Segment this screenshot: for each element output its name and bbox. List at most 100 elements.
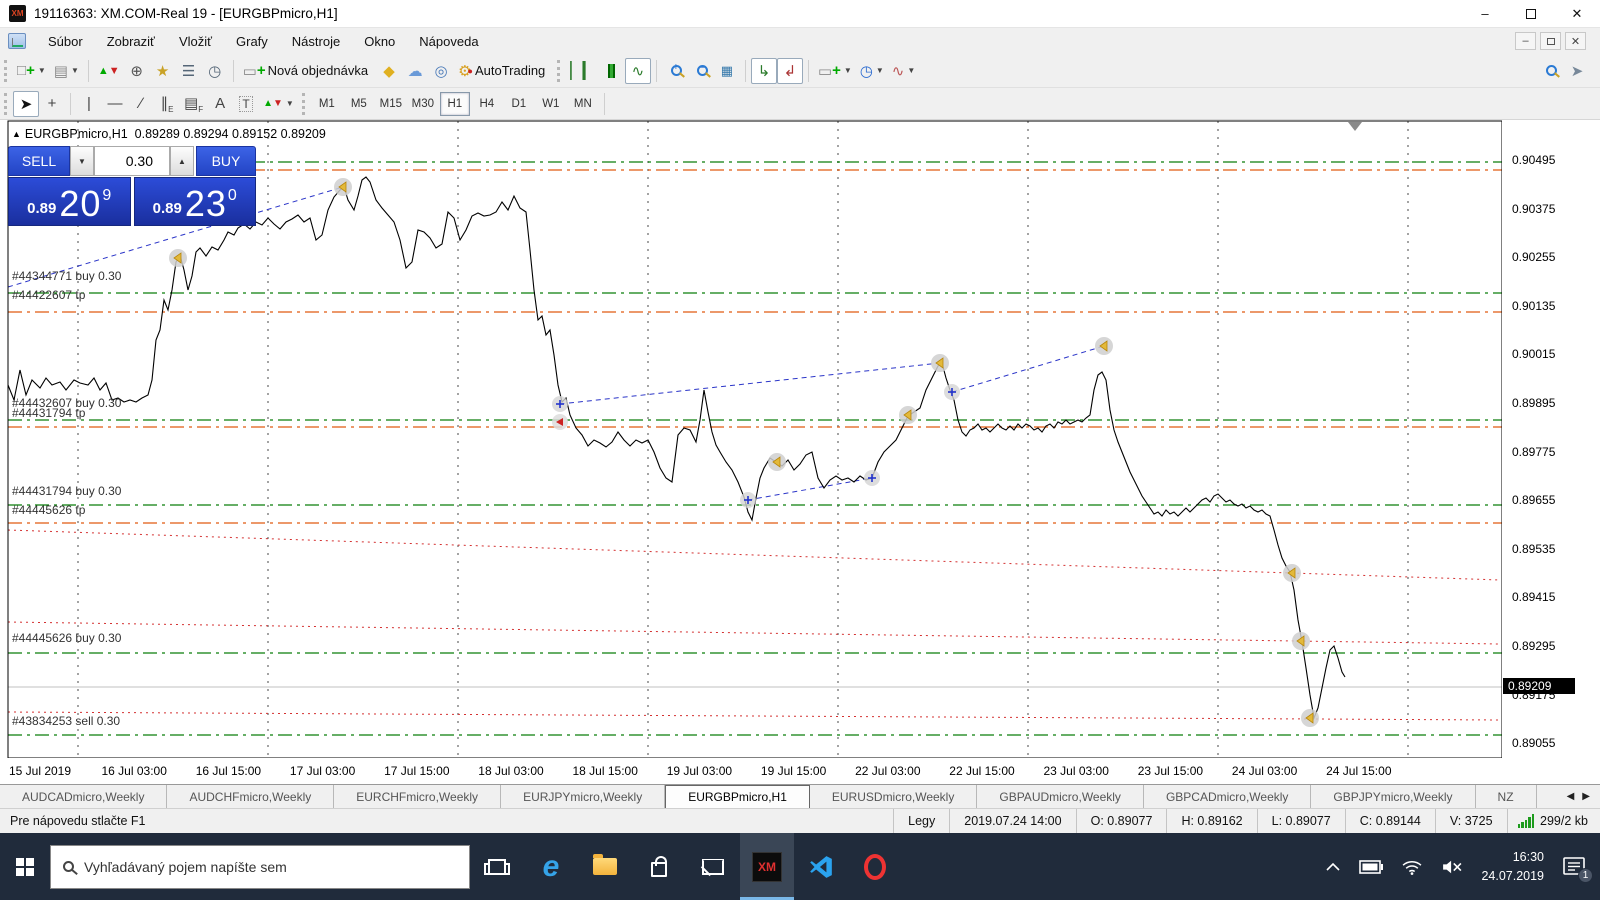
- volume-increase-button[interactable]: ▲: [170, 146, 194, 176]
- timeframe-mn[interactable]: MN: [568, 92, 598, 116]
- menu-nstroje[interactable]: Nástroje: [280, 30, 352, 53]
- store-taskbar-button[interactable]: [632, 833, 686, 900]
- chart-shift-marker[interactable]: [1348, 122, 1362, 131]
- time-axis[interactable]: 15 Jul 2019 16 Jul 03:00 16 Jul 15:00 17 Ju…: [0, 758, 1502, 784]
- chart-tab-eurjpymicro[interactable]: EURJPYmicro,Weekly: [501, 785, 666, 808]
- wifi-icon[interactable]: [1401, 859, 1423, 875]
- menu-grafy[interactable]: Grafy: [224, 30, 280, 53]
- mail-taskbar-button[interactable]: [686, 833, 740, 900]
- chart-area[interactable]: ▲ EURGBPmicro,H1 0.89289 0.89294 0.89152 …: [0, 120, 1600, 784]
- menu-zobrazi[interactable]: Zobraziť: [95, 30, 167, 53]
- mql5-community-button[interactable]: ☁: [402, 58, 428, 84]
- text-label-button[interactable]: T: [233, 91, 259, 117]
- tile-windows-button[interactable]: ▦: [714, 58, 740, 84]
- xm-mt4-taskbar-button[interactable]: XM: [740, 833, 794, 900]
- tabs-scroll-right-icon[interactable]: ▶: [1582, 791, 1590, 802]
- chart-tab-eurgbpmicro[interactable]: EURGBPmicro,H1: [665, 785, 810, 808]
- menu-sbor[interactable]: Súbor: [36, 30, 95, 53]
- volume-decrease-button[interactable]: ▼: [70, 146, 94, 176]
- periods-button[interactable]: ◷ ▼: [856, 58, 888, 84]
- clock[interactable]: 16:30 24.07.2019: [1481, 848, 1544, 884]
- candlestick-chart-button[interactable]: [599, 58, 625, 84]
- chart-shift-button[interactable]: ↲: [776, 57, 803, 84]
- profiles-button[interactable]: ▤ ▼: [50, 58, 83, 84]
- timeframe-h4[interactable]: H4: [472, 92, 502, 116]
- opera-taskbar-button[interactable]: [848, 833, 902, 900]
- strategy-tester-button[interactable]: ◷: [202, 58, 228, 84]
- mdi-close-button[interactable]: ✕: [1565, 32, 1586, 50]
- menu-npoveda[interactable]: Nápoveda: [407, 30, 490, 53]
- zoom-in-button[interactable]: +: [662, 58, 688, 84]
- vertical-line-button[interactable]: |: [76, 91, 102, 117]
- cursor-tool-button[interactable]: ➤: [13, 90, 39, 117]
- market-watch-button[interactable]: ▲ ▼: [94, 58, 124, 84]
- vscode-taskbar-button[interactable]: [794, 833, 848, 900]
- indicators-button[interactable]: ▭ + ▼: [814, 58, 856, 84]
- buy-button[interactable]: BUY: [196, 146, 256, 176]
- chart-tab-audchfmicro[interactable]: AUDCHFmicro,Weekly: [167, 785, 335, 808]
- toolbar-grip[interactable]: [301, 92, 307, 115]
- menu-okno[interactable]: Okno: [352, 30, 407, 53]
- timeframe-m5[interactable]: M5: [344, 92, 374, 116]
- data-window-button[interactable]: ⊕: [124, 58, 150, 84]
- tabs-scroll-left-icon[interactable]: ◀: [1567, 791, 1575, 802]
- mdi-minimize-button[interactable]: –: [1515, 32, 1536, 50]
- timeframe-m1[interactable]: M1: [312, 92, 342, 116]
- autotrading-button[interactable]: ⚙ ● AutoTrading: [454, 58, 553, 84]
- crosshair-tool-button[interactable]: +: [39, 91, 65, 117]
- chart-tab-gbpcadmicro[interactable]: GBPCADmicro,Weekly: [1144, 785, 1312, 808]
- battery-icon[interactable]: [1359, 859, 1384, 874]
- sell-price-display[interactable]: 0.89 20 9: [8, 177, 131, 226]
- timeframe-h1[interactable]: H1: [439, 91, 470, 116]
- toolbar-grip[interactable]: [4, 92, 9, 115]
- metaeditor-button[interactable]: ◆: [376, 58, 402, 84]
- volume-input[interactable]: 0.30: [94, 146, 170, 176]
- channel-button[interactable]: ∥E: [154, 91, 180, 117]
- symbol-collapse-icon[interactable]: ▲: [12, 129, 21, 139]
- action-center-button[interactable]: 1: [1562, 856, 1593, 883]
- file-explorer-taskbar-button[interactable]: [578, 833, 632, 900]
- search-button[interactable]: [1538, 58, 1564, 84]
- tray-expand-icon[interactable]: [1325, 862, 1341, 872]
- restore-button[interactable]: [1508, 0, 1554, 27]
- auto-scroll-button[interactable]: ↳: [750, 57, 777, 84]
- toolbar-grip[interactable]: [4, 59, 9, 82]
- signals-button[interactable]: ◎: [428, 58, 454, 84]
- toolbar-grip[interactable]: [557, 59, 562, 82]
- line-chart-button[interactable]: ∿: [624, 57, 651, 84]
- chart-tab-eurusdmicro[interactable]: EURUSDmicro,Weekly: [810, 785, 978, 808]
- chart-tab-audcadmicro[interactable]: AUDCADmicro,Weekly: [0, 785, 168, 808]
- navigator-button[interactable]: ★: [150, 58, 176, 84]
- sell-button[interactable]: SELL: [8, 146, 70, 176]
- trendline-button[interactable]: ∕: [128, 91, 154, 117]
- zoom-out-button[interactable]: –: [688, 58, 714, 84]
- chart-window-icon[interactable]: [8, 33, 26, 49]
- menu-vloi[interactable]: Vložiť: [167, 30, 224, 53]
- horizontal-line-button[interactable]: —: [102, 91, 128, 117]
- edge-taskbar-button[interactable]: e: [524, 833, 578, 900]
- templates-button[interactable]: ∿ ▼: [888, 58, 920, 84]
- volume-muted-icon[interactable]: [1441, 859, 1463, 875]
- terminal-button[interactable]: ☰: [176, 58, 202, 84]
- timeframe-m15[interactable]: M15: [376, 92, 406, 116]
- mdi-restore-button[interactable]: [1540, 32, 1561, 50]
- timeframe-d1[interactable]: D1: [504, 92, 534, 116]
- timeframe-m30[interactable]: M30: [408, 92, 438, 116]
- task-view-button[interactable]: [470, 833, 524, 900]
- bar-chart-button[interactable]: ▏▎: [566, 58, 599, 84]
- fibonacci-button[interactable]: ▤F: [180, 91, 207, 117]
- chart-tab-nz[interactable]: NZ: [1476, 785, 1537, 808]
- chart-tab-gbpaudmicro[interactable]: GBPAUDmicro,Weekly: [977, 785, 1144, 808]
- start-button[interactable]: [0, 833, 50, 900]
- new-order-button[interactable]: ▭ + Nová objednávka: [239, 58, 376, 84]
- text-tool-button[interactable]: A: [207, 91, 233, 117]
- buy-price-display[interactable]: 0.89 23 0: [133, 177, 256, 226]
- timeframe-w1[interactable]: W1: [536, 92, 566, 116]
- feedback-cursor-button[interactable]: ➤: [1564, 58, 1590, 84]
- close-button[interactable]: ✕: [1554, 0, 1600, 27]
- minimize-button[interactable]: –: [1462, 0, 1508, 27]
- taskbar-search-input[interactable]: Vyhľadávaný pojem napíšte sem: [50, 844, 470, 889]
- chart-tab-eurchfmicro[interactable]: EURCHFmicro,Weekly: [334, 785, 502, 808]
- chart-tab-gbpjpymicro[interactable]: GBPJPYmicro,Weekly: [1311, 785, 1476, 808]
- arrows-tool-button[interactable]: ▲ ▼ ▼: [259, 91, 298, 117]
